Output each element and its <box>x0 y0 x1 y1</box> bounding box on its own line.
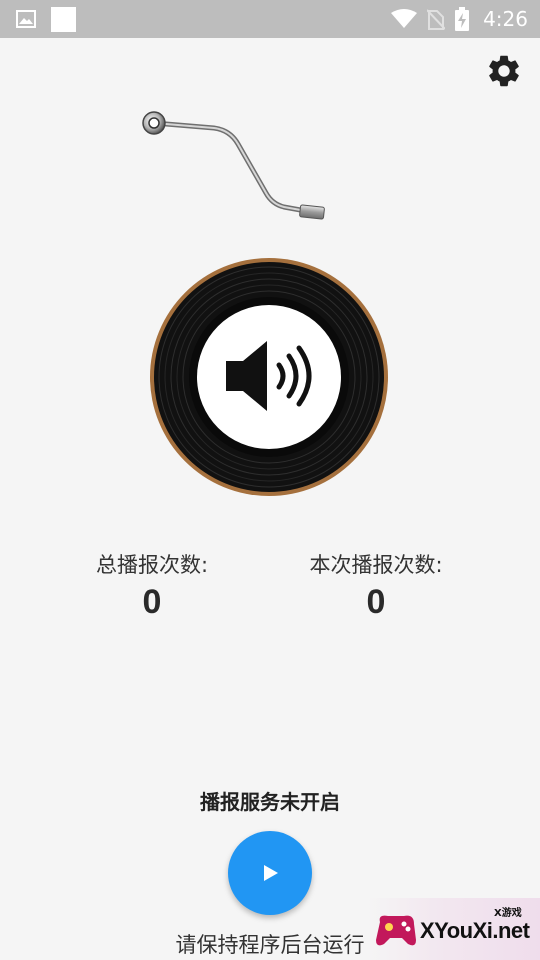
current-count-label: 本次播报次数: <box>309 553 443 577</box>
play-icon <box>264 865 278 881</box>
battery-charging-icon <box>455 7 470 31</box>
tonearm-icon <box>142 111 325 220</box>
start-service-button[interactable] <box>228 831 312 915</box>
service-status-text: 播报服务未开启 <box>200 790 340 814</box>
status-bar: 4:26 <box>0 0 540 38</box>
watermark: X游戏 XYouXi.net <box>368 898 540 960</box>
current-count-stat: 本次播报次数: 0 <box>276 548 476 622</box>
settings-button[interactable] <box>484 51 524 91</box>
record-disc <box>150 258 388 496</box>
app-square-icon <box>51 7 76 32</box>
wifi-icon <box>391 9 418 28</box>
no-sim-icon <box>427 9 446 30</box>
status-icons: 4:26 <box>391 0 540 38</box>
status-time: 4:26 <box>483 7 528 31</box>
current-count-value: 0 <box>366 583 386 621</box>
watermark-text: XYouXi.net <box>420 918 530 943</box>
total-count-value: 0 <box>142 583 162 621</box>
gear-icon <box>489 55 519 87</box>
total-count-stat: 总播报次数: 0 <box>52 548 252 622</box>
total-count-label: 总播报次数: <box>95 553 209 577</box>
watermark-small-text: X游戏 <box>494 908 522 919</box>
gamepad-logo-icon <box>376 915 416 946</box>
image-icon <box>16 10 36 28</box>
